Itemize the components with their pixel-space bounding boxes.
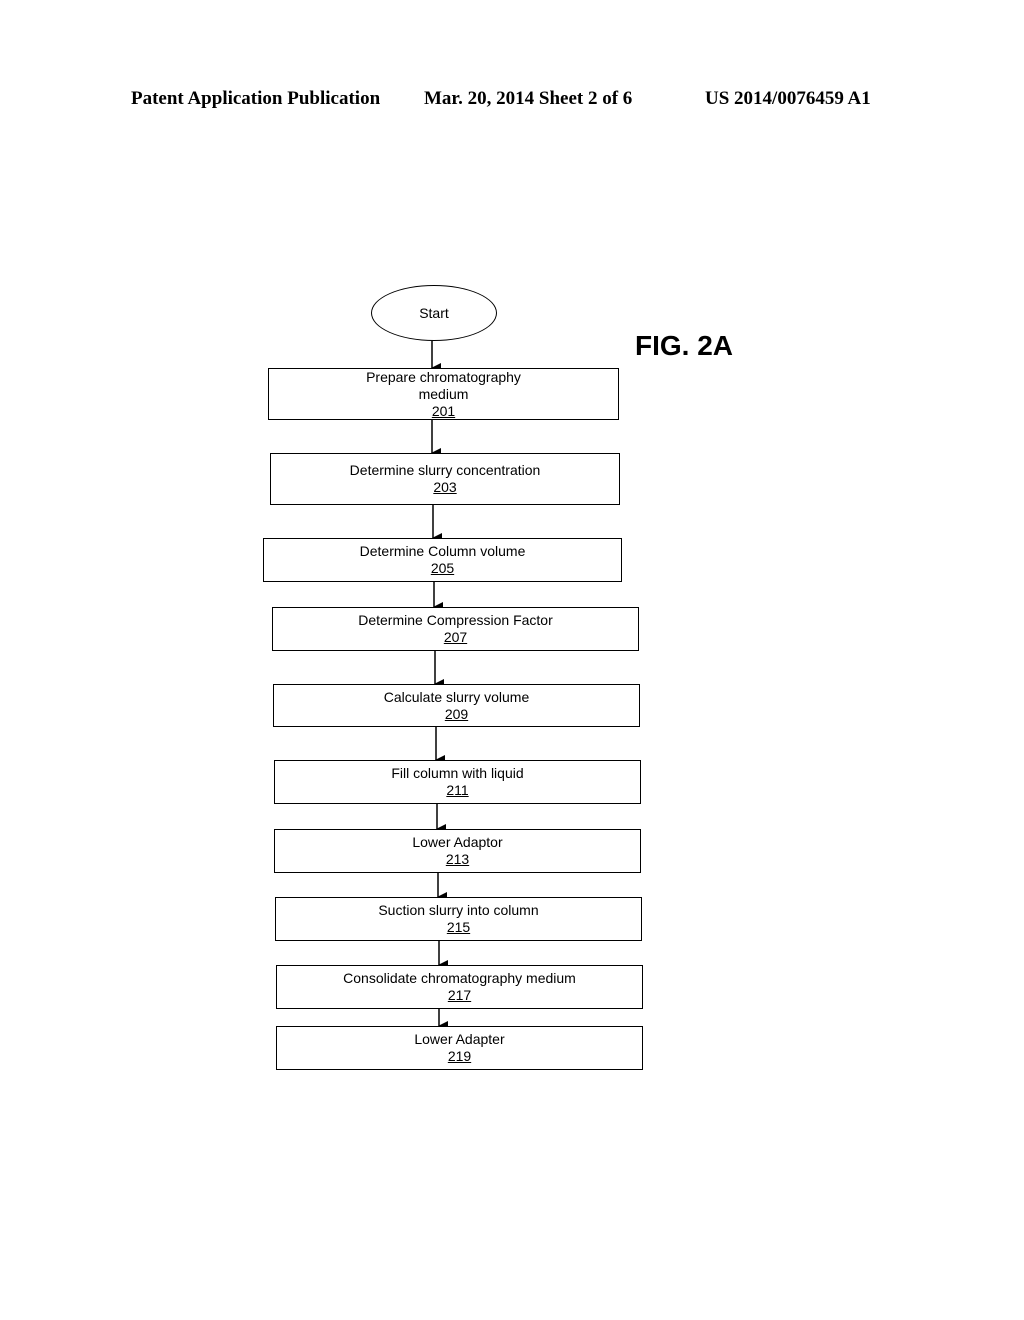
step-201-box: Prepare chromatography medium 201 [268,368,619,420]
step-text: Suction slurry into column [378,902,539,918]
step-text: Lower Adapter [414,1031,505,1047]
step-text: Consolidate chromatography medium [343,970,576,986]
step-text: Lower Adaptor [412,834,503,850]
step-215-box: Suction slurry into column 215 [275,897,642,941]
step-205-box: Determine Column volume 205 [263,538,622,582]
step-text: Determine Column volume [359,543,526,559]
step-text: Calculate slurry volume [383,688,530,705]
step-number: 203 [433,479,457,495]
flow-arrows [431,341,448,1031]
step-number: 205 [430,560,455,576]
step-number: 217 [447,987,472,1003]
start-terminal: Start [371,285,497,341]
step-number: 209 [444,705,469,722]
step-text: medium [418,385,469,402]
step-number: 201 [431,402,456,419]
step-209-box: Calculate slurry volume 209 [273,684,640,727]
step-217-box: Consolidate chromatography medium 217 [276,965,643,1009]
publication-date-sheet: Mar. 20, 2014 Sheet 2 of 6 [424,88,633,109]
step-number: 213 [445,851,470,867]
figure-label: FIG. 2A [635,330,734,361]
step-219-box: Lower Adapter 219 [276,1026,643,1070]
step-number: 207 [443,629,468,645]
step-text: Fill column with liquid [391,765,524,781]
step-207-box: Determine Compression Factor 207 [272,607,639,651]
publication-number: US 2014/0076459 A1 [705,88,871,109]
step-213-box: Lower Adaptor 213 [274,829,641,873]
step-text: Prepare chromatography [366,368,521,385]
step-number: 219 [447,1048,472,1064]
step-number: 215 [446,919,471,935]
step-number: 211 [446,782,469,798]
step-211-box: Fill column with liquid 211 [274,760,641,804]
step-text: Determine slurry concentration [349,462,541,478]
step-text: Determine Compression Factor [358,612,553,628]
start-label: Start [419,305,449,321]
publication-type: Patent Application Publication [131,88,381,109]
step-203-box: Determine slurry concentration 203 [270,453,620,505]
